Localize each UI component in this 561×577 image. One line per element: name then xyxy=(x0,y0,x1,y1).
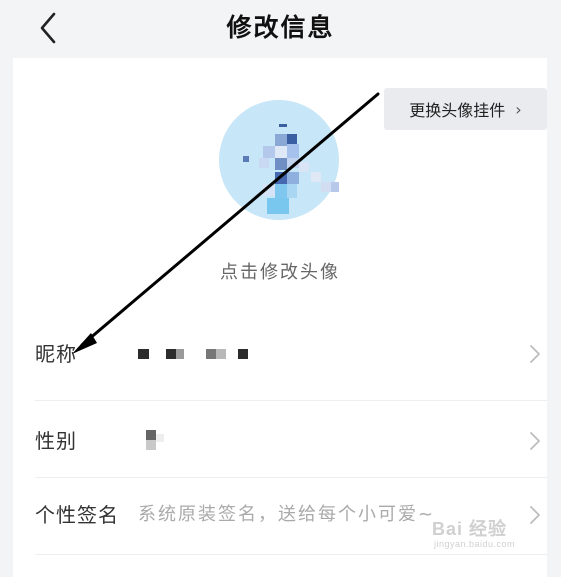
pendant-button-label: 更换头像挂件 xyxy=(409,101,506,120)
nickname-mosaic xyxy=(138,349,258,361)
change-avatar-pendant-button[interactable]: 更换头像挂件 › xyxy=(384,88,547,130)
signature-value: 系统原装签名，送给每个小可爱~ xyxy=(138,504,436,525)
change-avatar-caption[interactable]: 点击修改头像 xyxy=(13,258,547,284)
nickname-row[interactable]: 昵称 xyxy=(35,317,547,391)
gender-label: 性别 xyxy=(35,429,77,453)
signature-label: 个性签名 xyxy=(35,503,119,527)
gender-row[interactable]: 性别 xyxy=(35,404,547,478)
gender-mosaic xyxy=(138,430,178,454)
divider xyxy=(35,554,547,555)
top-bar: 修改信息 xyxy=(0,0,561,56)
avatar[interactable] xyxy=(219,100,345,226)
nickname-label: 昵称 xyxy=(35,342,77,366)
chevron-right-icon xyxy=(530,506,540,524)
page-title: 修改信息 xyxy=(226,13,335,42)
profile-card: 更换头像挂件 › 点击修改头像 昵称 性别 个性签名 系统原装签名，送给每个小可… xyxy=(13,58,547,577)
chevron-right-icon: › xyxy=(515,99,522,119)
divider xyxy=(35,400,547,401)
chevron-right-icon xyxy=(530,432,540,450)
signature-row[interactable]: 个性签名 系统原装签名，送给每个小可爱~ xyxy=(35,478,547,552)
avatar-mosaic xyxy=(219,100,345,226)
chevron-right-icon xyxy=(530,345,540,363)
